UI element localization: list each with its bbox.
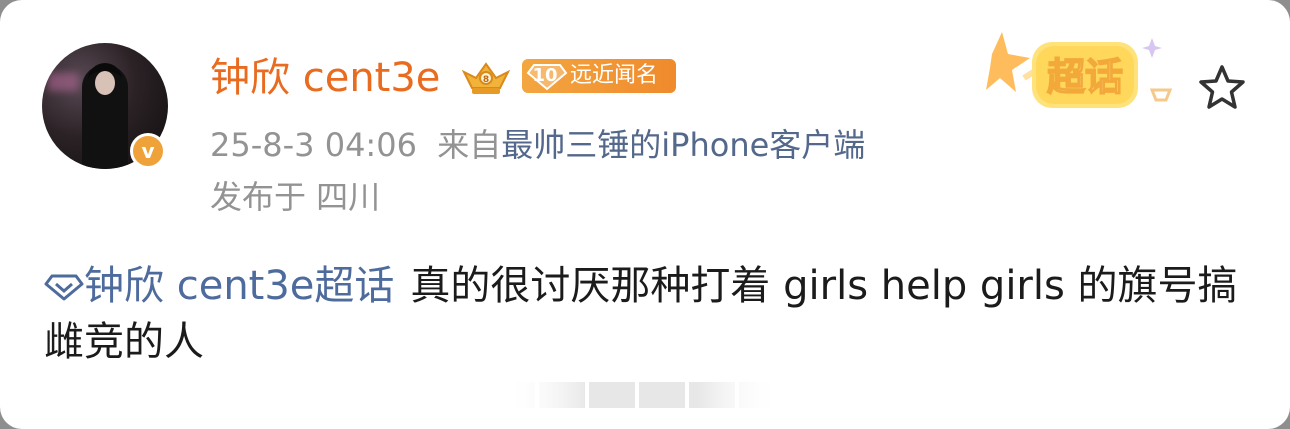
source-device-link[interactable]: 最帅三锤的iPhone客户端 bbox=[501, 126, 865, 164]
svg-text:8: 8 bbox=[483, 75, 489, 85]
post-meta: 25-8-3 04:06 来自最帅三锤的iPhone客户端 bbox=[210, 124, 865, 166]
crown-icon[interactable]: 8 bbox=[458, 58, 514, 98]
topic-link[interactable]: 钟欣 cent3e超话 bbox=[44, 263, 394, 309]
post-body: 钟欣 cent3e超话 真的很讨厌那种打着 girls help girls 的旗… bbox=[44, 258, 1254, 370]
rank-level: 10 bbox=[532, 65, 558, 86]
post-timestamp[interactable]: 25-8-3 04:06 bbox=[210, 126, 417, 164]
post-location: 发布于 四川 bbox=[210, 178, 381, 216]
topic-name: 钟欣 cent3e超话 bbox=[84, 263, 395, 309]
avatar-stage-light bbox=[48, 73, 78, 91]
author-name[interactable]: 钟欣 cent3e bbox=[210, 53, 440, 103]
rank-title: 远近闻名 bbox=[570, 63, 659, 88]
supertopic-label: 超话 bbox=[1047, 55, 1123, 99]
supertopic-icon[interactable]: 超话 bbox=[984, 28, 1184, 128]
image-placeholder-bar bbox=[505, 380, 780, 410]
source-prefix: 来自 bbox=[437, 126, 502, 164]
verified-icon: v bbox=[130, 133, 166, 169]
avatar-hair bbox=[88, 63, 122, 103]
star-icon[interactable] bbox=[1196, 62, 1248, 114]
diamond-icon bbox=[44, 274, 84, 301]
post-card: v 钟欣 cent3e 8 10 远近闻名 25-8-3 04:06 来自最帅三… bbox=[0, 0, 1290, 429]
rank-badge[interactable]: 10 远近闻名 bbox=[522, 59, 676, 93]
